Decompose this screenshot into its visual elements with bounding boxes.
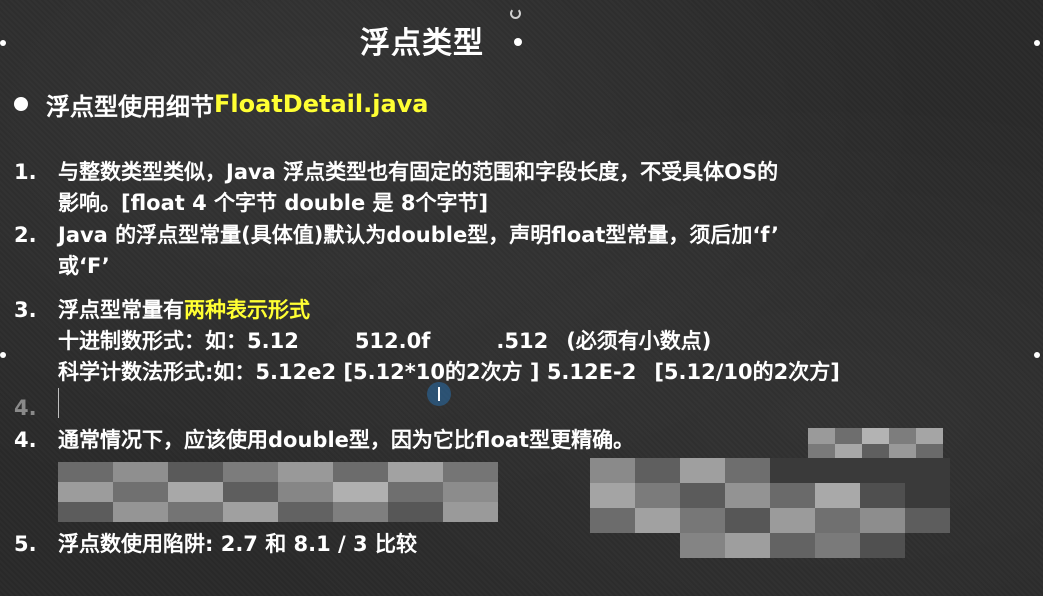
scientific-label: 科学计数法形式:如：5.12e2 [5.12*10的2次方 ] 5.12E-2	[58, 360, 637, 384]
scientific-note: [5.12/10的2次方]	[654, 360, 840, 384]
item-text-continued: 或‘F’	[58, 254, 110, 278]
item-text: 通常情况下，应该使用double型，因为它比float型更精确。	[58, 428, 635, 452]
list-item-4[interactable]: 4. 通常情况下，应该使用double型，因为它比float型更精确。	[14, 425, 634, 456]
decimal-note: (必须有小数点)	[566, 329, 712, 353]
rotate-handle-icon[interactable]	[510, 8, 521, 19]
decimal-example-2: 512.0f	[354, 329, 431, 353]
bullet-icon	[14, 97, 28, 111]
decimal-label: 十进制数形式：如：5.12	[58, 329, 299, 353]
list-item-3[interactable]: 3. 浮点型常量有两种表示形式 十进制数形式：如：5.12 512.0f .512 (必…	[14, 295, 840, 388]
heading-prefix: 浮点型使用细节	[46, 92, 214, 121]
scientific-form-line: 科学计数法形式:如：5.12e2 [5.12*10的2次方 ] 5.12E-2 […	[14, 357, 840, 388]
pixelated-region-right-top	[808, 428, 943, 460]
resize-handle-top-right[interactable]	[1034, 40, 1040, 46]
text-cursor	[58, 388, 59, 418]
resize-handle-mid-right[interactable]	[1034, 352, 1040, 358]
title-box-handle[interactable]	[514, 38, 522, 46]
item-text: 浮点型常量有	[58, 298, 184, 322]
decimal-example-3: .512	[496, 329, 549, 353]
slide-title[interactable]: 浮点类型	[360, 18, 484, 62]
heading-filename: FloatDetail.java	[214, 90, 429, 118]
list-item-5[interactable]: 5. 浮点数使用陷阱: 2.7 和 8.1 / 3 比较	[14, 529, 417, 560]
decimal-form-line: 十进制数形式：如：5.12 512.0f .512 (必须有小数点)	[14, 326, 840, 357]
item-text: Java 的浮点型常量(具体值)默认为double型，声明float型常量，须后…	[58, 223, 779, 247]
heading-line[interactable]: 浮点型使用细节 FloatDetail.java	[14, 84, 428, 124]
pixelated-region-left	[58, 462, 498, 522]
item-number: 4.	[14, 396, 37, 420]
item-text: 与整数类型类似，Java 浮点类型也有固定的范围和字段长度，不受具体OS的	[58, 160, 779, 184]
item-number: 1.	[14, 160, 37, 184]
item-number: 3.	[14, 298, 37, 322]
list-item-2[interactable]: 2. Java 的浮点型常量(具体值)默认为double型，声明float型常量，…	[14, 220, 779, 282]
item-number: 5.	[14, 532, 37, 556]
item-text-continued: 影响。[float 4 个字节 double 是 8个字节]	[58, 191, 489, 215]
list-item-1[interactable]: 1. 与整数类型类似，Java 浮点类型也有固定的范围和字段长度，不受具体OS的 …	[14, 157, 778, 219]
item-number: 4.	[14, 428, 37, 452]
item-text: 浮点数使用陷阱: 2.7 和 8.1 / 3 比较	[58, 532, 417, 556]
pixelated-region-right	[590, 458, 950, 558]
resize-handle-top-left[interactable]	[0, 40, 6, 46]
list-item-empty[interactable]: 4.	[14, 393, 58, 424]
presentation-slide: 浮点类型 浮点型使用细节 FloatDetail.java 1. 与整数类型类似，…	[0, 0, 1043, 596]
item-highlight: 两种表示形式	[184, 298, 310, 322]
ibeam-cursor-icon	[427, 382, 451, 406]
item-number: 2.	[14, 223, 37, 247]
resize-handle-mid-left[interactable]	[0, 352, 6, 358]
